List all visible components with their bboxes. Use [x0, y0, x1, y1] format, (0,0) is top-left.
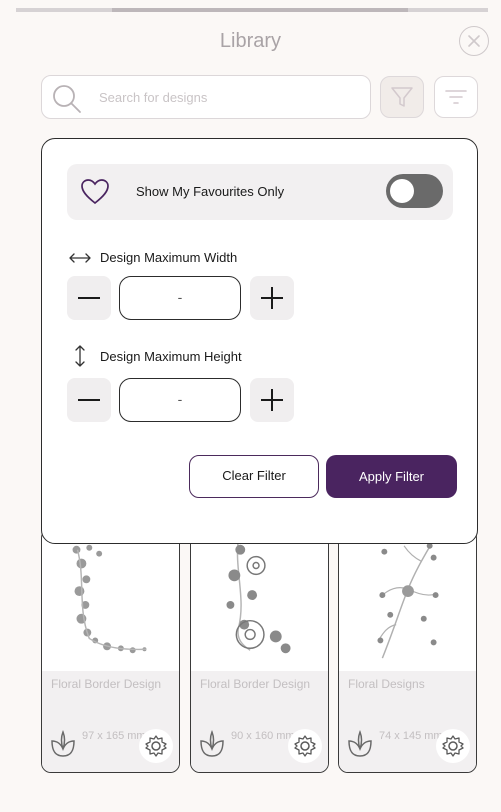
funnel-icon — [391, 87, 413, 107]
design-size: 74 x 145 mm — [379, 730, 443, 742]
favourites-row[interactable]: Show My Favourites Only — [67, 164, 453, 220]
plus-icon — [261, 287, 283, 309]
design-settings-button[interactable] — [288, 729, 322, 763]
filter-button[interactable] — [380, 76, 424, 118]
page-title: Library — [219, 30, 282, 52]
max-width-label: Design Maximum Width — [68, 250, 237, 265]
clear-filter-button[interactable]: Clear Filter — [189, 455, 319, 498]
design-card[interactable]: Floral Border Design 97 x 165 mm — [41, 528, 180, 773]
max-height-text: Design Maximum Height — [100, 348, 242, 364]
height-value-field[interactable]: - — [119, 378, 241, 422]
horizontal-arrows-icon — [68, 252, 92, 264]
minus-icon — [78, 399, 100, 401]
tulip-icon — [51, 729, 75, 757]
width-value-field[interactable]: - — [119, 276, 241, 320]
design-preview — [226, 539, 291, 654]
width-increase-button[interactable] — [250, 276, 294, 320]
max-height-label: Design Maximum Height — [68, 345, 242, 367]
design-settings-button[interactable] — [139, 729, 173, 763]
design-card[interactable]: Floral Designs 74 x 145 mm — [338, 528, 477, 773]
progress-segment — [112, 8, 408, 12]
design-info: Floral Designs 74 x 145 mm — [339, 671, 476, 772]
favourites-label: Show My Favourites Only — [136, 184, 285, 199]
design-preview — [377, 539, 439, 659]
progress-segment — [408, 8, 488, 12]
tulip-icon — [200, 729, 224, 757]
gear-icon — [294, 735, 316, 757]
search-icon — [53, 85, 81, 113]
library-header: Library — [0, 18, 501, 64]
toggle-knob — [390, 179, 414, 203]
plus-icon — [261, 389, 283, 411]
close-icon — [468, 35, 480, 47]
design-name: Floral Designs — [348, 677, 425, 691]
progress-segment — [16, 8, 112, 12]
width-decrease-button[interactable] — [67, 276, 111, 320]
design-info: Floral Border Design 90 x 160 mm — [191, 671, 328, 772]
design-preview — [72, 544, 147, 654]
gear-icon — [145, 735, 167, 757]
height-decrease-button[interactable] — [67, 378, 111, 422]
search-placeholder: Search for designs — [99, 90, 208, 105]
close-button[interactable] — [459, 26, 489, 56]
design-name: Floral Border Design — [51, 677, 162, 691]
sort-button[interactable] — [434, 76, 478, 118]
design-name: Floral Border Design — [200, 677, 311, 691]
vertical-arrows-icon — [68, 345, 92, 367]
top-progress-bar — [0, 0, 501, 14]
max-width-text: Design Maximum Width — [100, 250, 238, 265]
design-size: 97 x 165 mm — [82, 730, 146, 742]
design-settings-button[interactable] — [436, 729, 470, 763]
filter-panel: Show My Favourites Only Design Maximum W… — [41, 138, 478, 544]
design-size: 90 x 160 mm — [231, 730, 295, 742]
apply-filter-button[interactable]: Apply Filter — [326, 455, 457, 498]
sort-lines-icon — [445, 90, 467, 104]
gear-icon — [442, 735, 464, 757]
search-input[interactable]: Search for designs — [41, 75, 371, 119]
minus-icon — [78, 297, 100, 299]
design-card[interactable]: Floral Border Design 90 x 160 mm — [190, 528, 329, 773]
heart-icon — [81, 179, 109, 205]
height-increase-button[interactable] — [250, 378, 294, 422]
tulip-icon — [348, 729, 372, 757]
favourites-toggle[interactable] — [386, 174, 443, 208]
design-info: Floral Border Design 97 x 165 mm — [42, 671, 179, 772]
